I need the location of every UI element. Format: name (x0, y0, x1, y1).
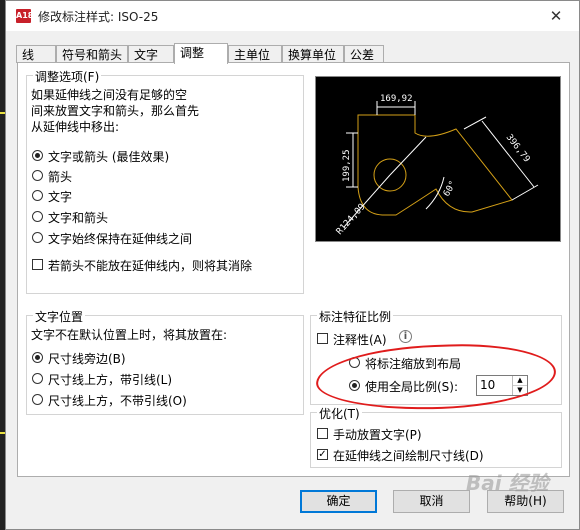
radio-over-without-leader[interactable] (32, 394, 43, 405)
checkbox-label[interactable]: 手动放置文字(P) (333, 426, 422, 443)
preview-dim-text: 60° (442, 179, 459, 198)
radio-label[interactable]: 文字和箭头 (48, 209, 108, 226)
radio-text[interactable] (32, 190, 43, 201)
close-icon[interactable]: ✕ (545, 5, 567, 27)
radio-label[interactable]: 尺寸线旁边(B) (48, 350, 126, 367)
autocad-app-icon: A18 (16, 9, 33, 23)
tab-text[interactable]: 文字 (128, 45, 174, 63)
annotative-checkbox[interactable] (317, 333, 328, 344)
preview-dim-text: 396,79 (504, 133, 532, 165)
radio-label[interactable]: 箭头 (48, 168, 72, 185)
ok-button[interactable]: 确定 (300, 490, 377, 513)
watermark-text: Bai 经验 (466, 471, 549, 495)
fit-options-group: 调整选项(F) 如果延伸线之间没有足够的空 间来放置文字和箭头，那么首先 从延伸… (26, 68, 304, 294)
checkbox-label[interactable]: 若箭头不能放在延伸线内，则将其消除 (48, 257, 252, 274)
radio-label[interactable]: 文字始终保持在延伸线之间 (48, 230, 192, 247)
scale-group-title: 标注特征比例 (317, 308, 394, 325)
tab-primary-units[interactable]: 主单位 (228, 45, 282, 63)
fit-tab-panel: 调整选项(F) 如果延伸线之间没有足够的空 间来放置文字和箭头，那么首先 从延伸… (17, 62, 570, 477)
text-placement-group: 文字位置 文字不在默认位置上时，将其放置在: 尺寸线旁边(B) 尺寸线上方，带引… (26, 308, 304, 415)
radio-beside-dimline[interactable] (32, 352, 43, 363)
manual-text-checkbox[interactable] (317, 428, 328, 439)
preview-extline (463, 116, 487, 130)
text-placement-title: 文字位置 (33, 308, 86, 325)
fine-tuning-title: 优化(T) (317, 405, 362, 422)
title-bar: A18 修改标注样式: ISO-25 ✕ (6, 1, 579, 31)
radio-arrows[interactable] (32, 170, 43, 181)
radio-over-with-leader[interactable] (32, 373, 43, 384)
preview-dim-text: 199,25 (342, 149, 352, 182)
checkbox-label[interactable]: 注释性(A) (333, 331, 387, 348)
preview-radius-leader (389, 136, 427, 176)
fit-description-line: 从延伸线中移出: (31, 120, 120, 134)
dimension-style-dialog: A18 修改标注样式: ISO-25 ✕ 线 符号和箭头 文字 调整 主单位 换… (5, 0, 580, 530)
radio-text-and-arrows[interactable] (32, 211, 43, 222)
tab-alternate-units[interactable]: 换算单位 (282, 45, 344, 63)
preview-extline (511, 184, 539, 201)
radio-label[interactable]: 尺寸线上方，带引线(L) (48, 371, 172, 388)
text-placement-description: 文字不在默认位置上时，将其放置在: (31, 328, 228, 342)
radio-label[interactable]: 文字或箭头 (最佳效果) (48, 148, 169, 165)
radio-text-or-arrows[interactable] (32, 150, 43, 161)
preview-image: 169,92 199,25 396,79 60° R124,09 (315, 76, 561, 242)
radio-label[interactable]: 尺寸线上方，不带引线(O) (48, 392, 187, 409)
fine-tuning-group: 优化(T) 手动放置文字(P) ✓ 在延伸线之间绘制尺寸线(D) (310, 405, 562, 468)
suppress-arrows-checkbox[interactable] (32, 259, 43, 270)
cancel-button[interactable]: 取消 (393, 490, 470, 513)
fit-description-line: 间来放置文字和箭头，那么首先 (31, 104, 200, 118)
checkbox-label[interactable]: 在延伸线之间绘制尺寸线(D) (333, 447, 484, 464)
fit-description-line: 如果延伸线之间没有足够的空 (31, 88, 188, 102)
preview-dim-text: 169,92 (380, 94, 413, 104)
tab-lines[interactable]: 线 (16, 45, 56, 63)
fit-options-title: 调整选项(F) (33, 68, 102, 85)
window-title: 修改标注样式: ISO-25 (38, 10, 159, 24)
radio-label[interactable]: 文字 (48, 188, 72, 205)
draw-dimline-checkbox[interactable]: ✓ (317, 449, 328, 460)
preview-drawing: 169,92 199,25 396,79 60° R124,09 (335, 94, 539, 237)
tab-tolerances[interactable]: 公差 (344, 45, 384, 63)
tab-symbols-arrows[interactable]: 符号和箭头 (56, 45, 128, 63)
preview-dim-text: R124,09 (335, 202, 368, 237)
radio-keep-text-between[interactable] (32, 232, 43, 243)
tab-fit[interactable]: 调整 (174, 43, 228, 64)
info-icon[interactable]: i (399, 330, 412, 343)
